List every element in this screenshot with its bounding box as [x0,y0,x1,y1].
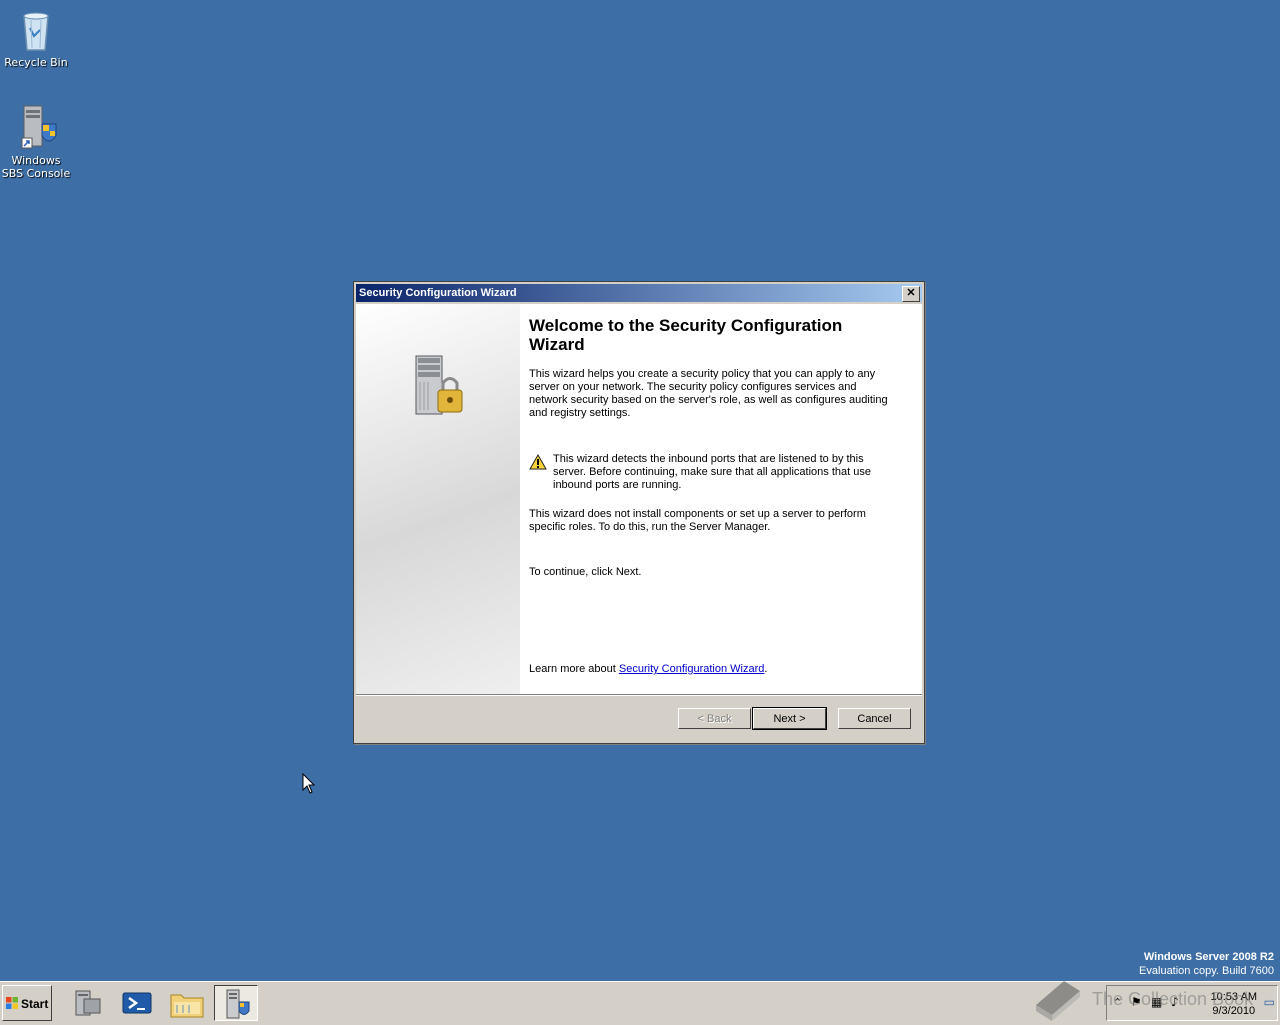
learn-more-prefix: Learn more about [529,663,619,675]
desktop-icon-label: Recycle Bin [4,56,68,69]
next-button[interactable]: Next > [752,707,827,730]
windows-logo-icon [6,997,18,1009]
mouse-cursor-icon [302,773,316,794]
os-branding: Windows Server 2008 R2 Evaluation copy. … [1139,950,1274,978]
server-manager-icon [75,990,101,1016]
back-button[interactable]: < Back [678,708,751,729]
wizard-main: Welcome to the Security Configuration Wi… [529,316,894,675]
powershell-icon [122,992,152,1014]
taskbar-security-wizard[interactable] [214,985,258,1021]
warning-text: This wizard detects the inbound ports th… [553,453,871,491]
taskbar-explorer[interactable] [165,985,209,1021]
learn-more-suffix: . [764,663,768,675]
intro-paragraph: This wizard helps you create a security … [529,368,888,419]
watermark-text: The Collection Book [1092,989,1254,1009]
close-button[interactable]: ✕ [902,286,920,302]
cancel-button[interactable]: Cancel [838,708,911,729]
continue-paragraph: To continue, click Next. [529,566,642,578]
button-separator [356,694,922,696]
taskbar-server-manager[interactable] [66,985,110,1021]
start-label: Start [21,997,49,1011]
learn-more-line: Learn more about Security Configuration … [529,663,767,676]
desktop-icon-sbs-console[interactable]: Windows SBS Console [0,104,72,180]
warning-row: This wizard detects the inbound ports th… [529,453,894,492]
wizard-heading: Welcome to the Security Configuration Wi… [529,316,843,354]
warning-icon [529,454,547,470]
info-paragraph: This wizard does not install components … [529,508,866,533]
recycle-bin-icon [12,6,60,54]
sbs-console-icon [12,104,60,152]
desktop-icon-recycle-bin[interactable]: Recycle Bin [0,6,72,69]
watermark: The Collection Book [1030,975,1270,1023]
start-button[interactable]: Start [2,985,52,1021]
security-wizard-icon [226,989,250,1019]
explorer-icon [170,994,204,1018]
dialog-titlebar[interactable]: Security Configuration Wizard ✕ [356,284,922,302]
desktop-icon-label: Windows SBS Console [1,154,71,180]
security-configuration-wizard-dialog: Security Configuration Wizard ✕ Welcome … [353,281,925,744]
dialog-title: Security Configuration Wizard [359,287,517,299]
book-logo-icon [1036,981,1080,1021]
taskbar-powershell[interactable] [115,985,159,1021]
os-product-name: Windows Server 2008 R2 [1143,951,1274,963]
wizard-side-panel [356,304,520,694]
close-icon: ✕ [906,287,916,299]
wizard-content: Welcome to the Security Configuration Wi… [356,304,922,694]
learn-more-link[interactable]: Security Configuration Wizard [619,663,765,675]
server-lock-icon [415,355,463,415]
